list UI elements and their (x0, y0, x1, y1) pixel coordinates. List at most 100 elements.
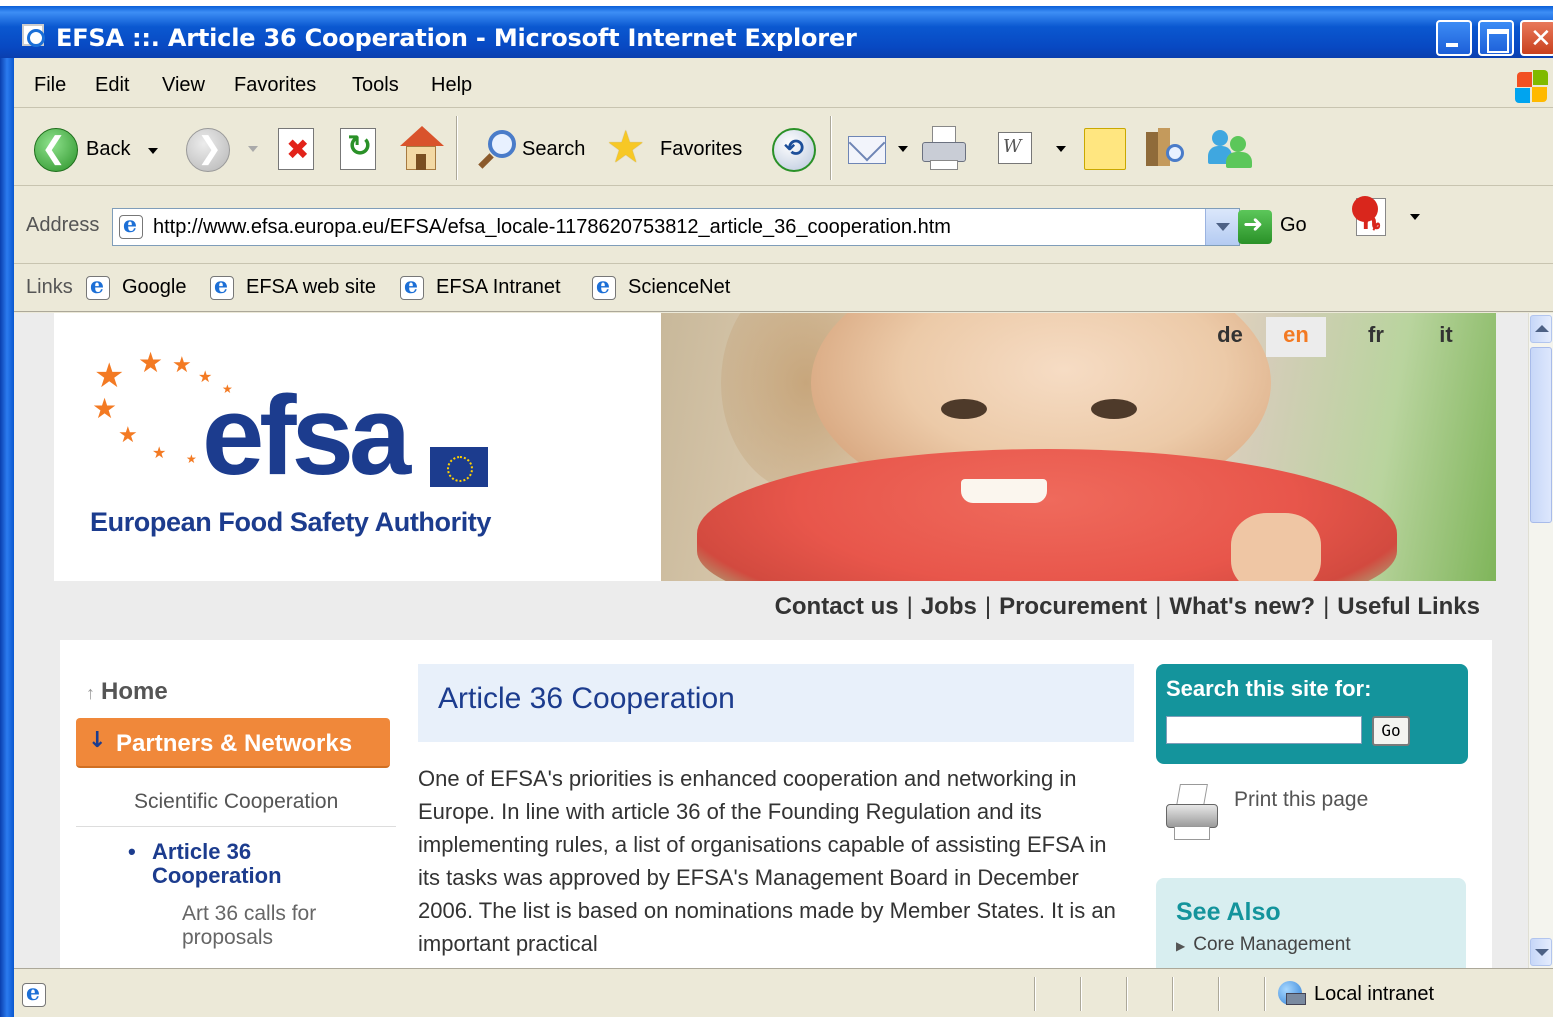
minimize-button[interactable] (1436, 20, 1472, 56)
logo-subtitle: European Food Safety Authority (90, 507, 492, 537)
lang-fr[interactable]: fr (1346, 317, 1406, 357)
status-divider (1172, 977, 1174, 1011)
menu-favorites[interactable]: Favorites (234, 74, 316, 97)
photo-eye-left (941, 399, 987, 419)
see-also-core-management[interactable]: ▶ Core Management (1176, 934, 1351, 956)
separator: | (1323, 593, 1330, 620)
address-url[interactable]: http://www.efsa.europa.eu/EFSA/efsa_loca… (153, 216, 951, 239)
search-button[interactable]: Search (468, 124, 594, 174)
title-bar[interactable]: EFSA ::. Article 36 Cooperation - Micros… (0, 0, 1553, 58)
home-icon[interactable] (398, 126, 444, 172)
close-button[interactable] (1520, 20, 1553, 56)
page-title: Article 36 Cooperation (438, 682, 735, 715)
links-bar: Links Google EFSA web site EFSA Intranet… (14, 266, 1553, 312)
link-jobs[interactable]: Jobs (921, 593, 977, 620)
site-search-box: Search this site for: Go (1156, 664, 1468, 764)
address-input[interactable]: http://www.efsa.europa.eu/EFSA/efsa_loca… (112, 208, 1240, 246)
status-bar: Local intranet (14, 968, 1553, 1017)
vertical-scrollbar[interactable] (1528, 313, 1553, 968)
forward-arrow-icon: ❯ (197, 131, 223, 166)
toolbar-separator (456, 116, 458, 180)
link-efsa-intranet[interactable]: EFSA Intranet (400, 273, 578, 304)
back-button[interactable]: ❮ Back (30, 124, 166, 174)
link-efsa-web-site[interactable]: EFSA web site (210, 273, 388, 304)
maximize-button[interactable] (1478, 20, 1514, 56)
ie-page-icon (22, 980, 46, 1007)
refresh-icon[interactable]: ↻ (340, 128, 376, 170)
window-title: EFSA ::. Article 36 Cooperation - Micros… (56, 24, 857, 52)
link-contact-us[interactable]: Contact us (775, 593, 899, 620)
word-edit-icon[interactable]: W (998, 132, 1032, 164)
mail-icon[interactable] (848, 124, 892, 166)
language-selector: de en fr it (1176, 313, 1496, 357)
link-procurement[interactable]: Procurement (999, 593, 1147, 620)
menu-edit[interactable]: Edit (95, 74, 129, 97)
nav-home[interactable]: ↑ Home (86, 678, 168, 706)
ie-page-icon (86, 273, 110, 300)
nav-partners-networks-label: Partners & Networks (116, 730, 353, 757)
menu-bar: File Edit View Favorites Tools Help (14, 64, 1553, 108)
lang-it[interactable]: it (1416, 317, 1476, 357)
efsa-logo[interactable]: ★ ★ ★ ★ ★ ★ ★ ★ ★ efsa European Food Saf… (54, 313, 614, 581)
status-divider (1034, 977, 1036, 1011)
scroll-down-button[interactable] (1530, 938, 1552, 966)
triangle-right-icon: ▶ (1176, 939, 1186, 953)
link-efsa-intranet-label: EFSA Intranet (436, 276, 561, 298)
menu-tools[interactable]: Tools (352, 74, 399, 97)
nav-art-36-calls[interactable]: Art 36 calls for proposals (182, 902, 382, 950)
favorites-button[interactable]: ★ Favorites (604, 122, 754, 174)
search-label: Search (522, 138, 586, 160)
edit-dropdown-icon[interactable] (1056, 146, 1066, 152)
site-search-go-button[interactable]: Go (1372, 716, 1410, 746)
stop-icon[interactable]: ✖ (278, 128, 314, 170)
separator: | (984, 593, 992, 620)
window-left-border (0, 58, 14, 1017)
research-icon[interactable] (1142, 126, 1186, 170)
pdf-icon[interactable]: ȵ (1352, 196, 1396, 240)
links-label: Links (26, 276, 73, 298)
forward-button[interactable]: ❯ (186, 128, 230, 172)
ie-page-icon (400, 273, 424, 300)
mail-dropdown-icon[interactable] (898, 146, 908, 152)
print-icon[interactable] (920, 126, 970, 172)
utility-links: Contact us | Jobs | Procurement | What's new? |… (775, 593, 1480, 621)
page-title-box: Article 36 Cooperation (418, 664, 1134, 742)
menu-view[interactable]: View (162, 74, 205, 97)
content-panel: ↑ Home ↓ Partners & Networks Scientific C… (60, 640, 1492, 968)
nav-home-label: Home (101, 678, 168, 705)
pdf-dropdown-icon[interactable] (1410, 214, 1420, 220)
photo-eye-right (1091, 399, 1137, 419)
browser-viewport[interactable]: ★ ★ ★ ★ ★ ★ ★ ★ ★ efsa European Food Saf… (14, 313, 1528, 968)
up-arrow-icon: ↑ (86, 683, 95, 703)
link-sciencenet[interactable]: ScienceNet (592, 273, 742, 304)
link-whats-new[interactable]: What's new? (1169, 593, 1315, 620)
printer-icon[interactable] (1164, 784, 1222, 844)
address-dropdown-button[interactable] (1205, 209, 1239, 245)
print-page-link[interactable]: Print this page (1234, 788, 1368, 812)
history-icon[interactable]: ⟲ (772, 128, 816, 172)
link-useful-links[interactable]: Useful Links (1337, 593, 1480, 620)
lang-en[interactable]: en (1266, 317, 1326, 357)
scroll-thumb[interactable] (1530, 347, 1552, 523)
logo-wordmark: efsa (202, 373, 411, 498)
go-arrow-icon[interactable] (1238, 210, 1272, 244)
go-button[interactable]: Go (1280, 214, 1307, 237)
ie-window-icon[interactable] (22, 24, 45, 47)
security-zone-label: Local intranet (1314, 983, 1435, 1005)
discuss-note-icon[interactable] (1084, 128, 1126, 170)
status-divider (1264, 977, 1266, 1011)
menu-file[interactable]: File (34, 74, 66, 97)
status-divider (1126, 977, 1128, 1011)
link-google[interactable]: Google (86, 273, 196, 304)
scroll-up-button[interactable] (1530, 315, 1552, 343)
site-search-input[interactable] (1166, 716, 1362, 744)
menu-help[interactable]: Help (431, 74, 472, 97)
lang-de[interactable]: de (1200, 317, 1260, 357)
search-site-label: Search this site for: (1166, 676, 1372, 701)
nav-partners-networks[interactable]: ↓ Partners & Networks (76, 718, 390, 768)
messenger-icon[interactable] (1208, 126, 1256, 170)
nav-scientific-cooperation[interactable]: Scientific Cooperation (134, 790, 338, 814)
forward-dropdown-icon[interactable] (248, 146, 258, 152)
back-dropdown-icon[interactable] (148, 148, 158, 154)
bullet-icon: • (128, 839, 136, 864)
